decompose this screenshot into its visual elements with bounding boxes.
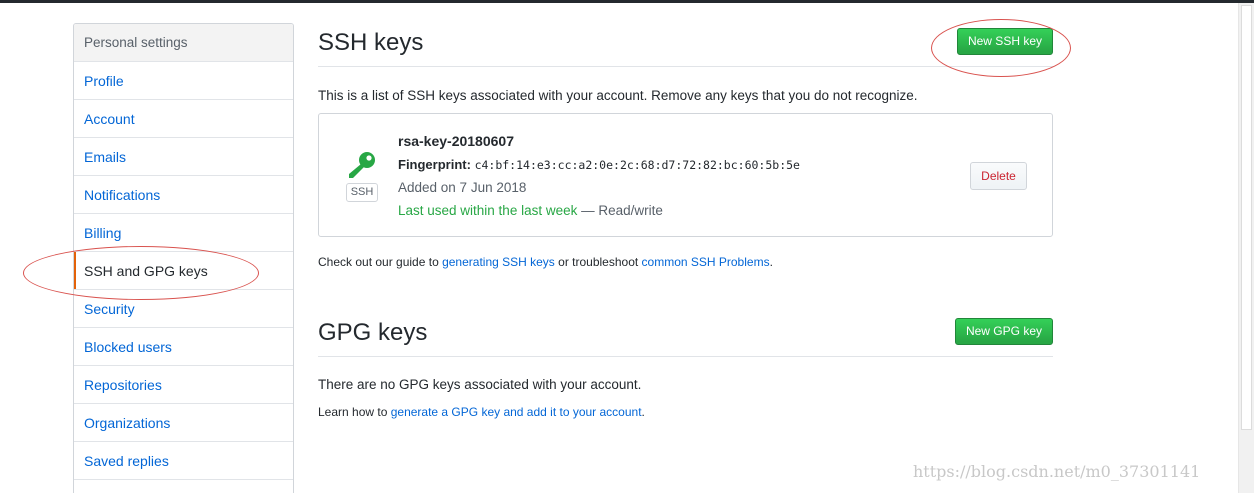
new-ssh-key-button[interactable]: New SSH key — [956, 28, 1053, 55]
ssh-key-fingerprint: Fingerprint: c4:bf:14:e3:cc:a2:0e:2c:68:… — [398, 157, 800, 172]
new-gpg-key-button[interactable]: New GPG key — [954, 318, 1053, 345]
sidebar-item-notifications[interactable]: Notifications — [74, 176, 293, 214]
guide-prefix: Check out our guide to — [318, 255, 443, 269]
gpg-learn-text: Learn how to generate a GPG key and add … — [318, 405, 1053, 419]
ssh-key-added-date: Added on 7 Jun 2018 — [398, 180, 527, 195]
ssh-key-name: rsa-key-20180607 — [398, 133, 514, 149]
scrollbar-thumb[interactable] — [1241, 5, 1252, 430]
sidebar-item-repositories[interactable]: Repositories — [74, 366, 293, 404]
common-ssh-problems-link[interactable]: common SSH Problems — [642, 255, 770, 269]
key-icon — [349, 152, 375, 178]
ssh-intro-text: This is a list of SSH keys associated wi… — [318, 88, 918, 103]
sidebar-item-profile[interactable]: Profile — [74, 62, 293, 100]
sidebar-item-saved-replies[interactable]: Saved replies — [74, 442, 293, 480]
sidebar-item-organizations[interactable]: Organizations — [74, 404, 293, 442]
sidebar-header: Personal settings — [74, 24, 293, 62]
guide-middle: or troubleshoot — [554, 255, 642, 269]
vertical-scrollbar[interactable] — [1238, 3, 1254, 493]
generate-gpg-key-link[interactable]: generate a GPG key and add it to your ac… — [391, 405, 642, 419]
sidebar-item-billing[interactable]: Billing — [74, 214, 293, 252]
last-used-text: Last used within the last week — [398, 203, 578, 218]
sidebar-item-security[interactable]: Security — [74, 290, 293, 328]
gpg-section-header: GPG keys New GPG key — [318, 313, 1053, 357]
watermark: https://blog.csdn.net/m0_37301141 — [913, 462, 1201, 481]
delete-ssh-key-button[interactable]: Delete — [970, 162, 1027, 190]
ssh-guide-text: Check out our guide to generating SSH ke… — [318, 255, 1053, 269]
ssh-keys-title: SSH keys — [318, 29, 424, 56]
main-content: SSH keys New SSH key This is a list of S… — [318, 23, 1053, 419]
ssh-section-header: SSH keys New SSH key — [318, 23, 1053, 67]
learn-suffix: . — [641, 405, 645, 419]
sidebar-item-account[interactable]: Account — [74, 100, 293, 138]
ssh-key-last-used: Last used within the last week — Read/wr… — [398, 203, 663, 218]
fingerprint-label: Fingerprint: — [398, 157, 471, 172]
sidebar-item-emails[interactable]: Emails — [74, 138, 293, 176]
gpg-empty-text: There are no GPG keys associated with yo… — [318, 377, 642, 392]
sidebar-item-ssh-gpg-keys[interactable]: SSH and GPG keys — [74, 252, 293, 290]
ssh-badge: SSH — [346, 183, 378, 202]
access-text: — Read/write — [577, 203, 663, 218]
gpg-keys-title: GPG keys — [318, 319, 428, 346]
guide-suffix: . — [769, 255, 773, 269]
top-bar — [0, 0, 1254, 3]
fingerprint-value: c4:bf:14:e3:cc:a2:0e:2c:68:d7:72:82:bc:6… — [474, 158, 800, 172]
ssh-key-item: SSH rsa-key-20180607 Fingerprint: c4:bf:… — [318, 113, 1053, 237]
learn-prefix: Learn how to — [318, 405, 391, 419]
sidebar-item-blocked-users[interactable]: Blocked users — [74, 328, 293, 366]
generating-ssh-keys-link[interactable]: generating SSH keys — [442, 255, 555, 269]
settings-sidebar: Personal settings Profile Account Emails… — [73, 23, 294, 493]
